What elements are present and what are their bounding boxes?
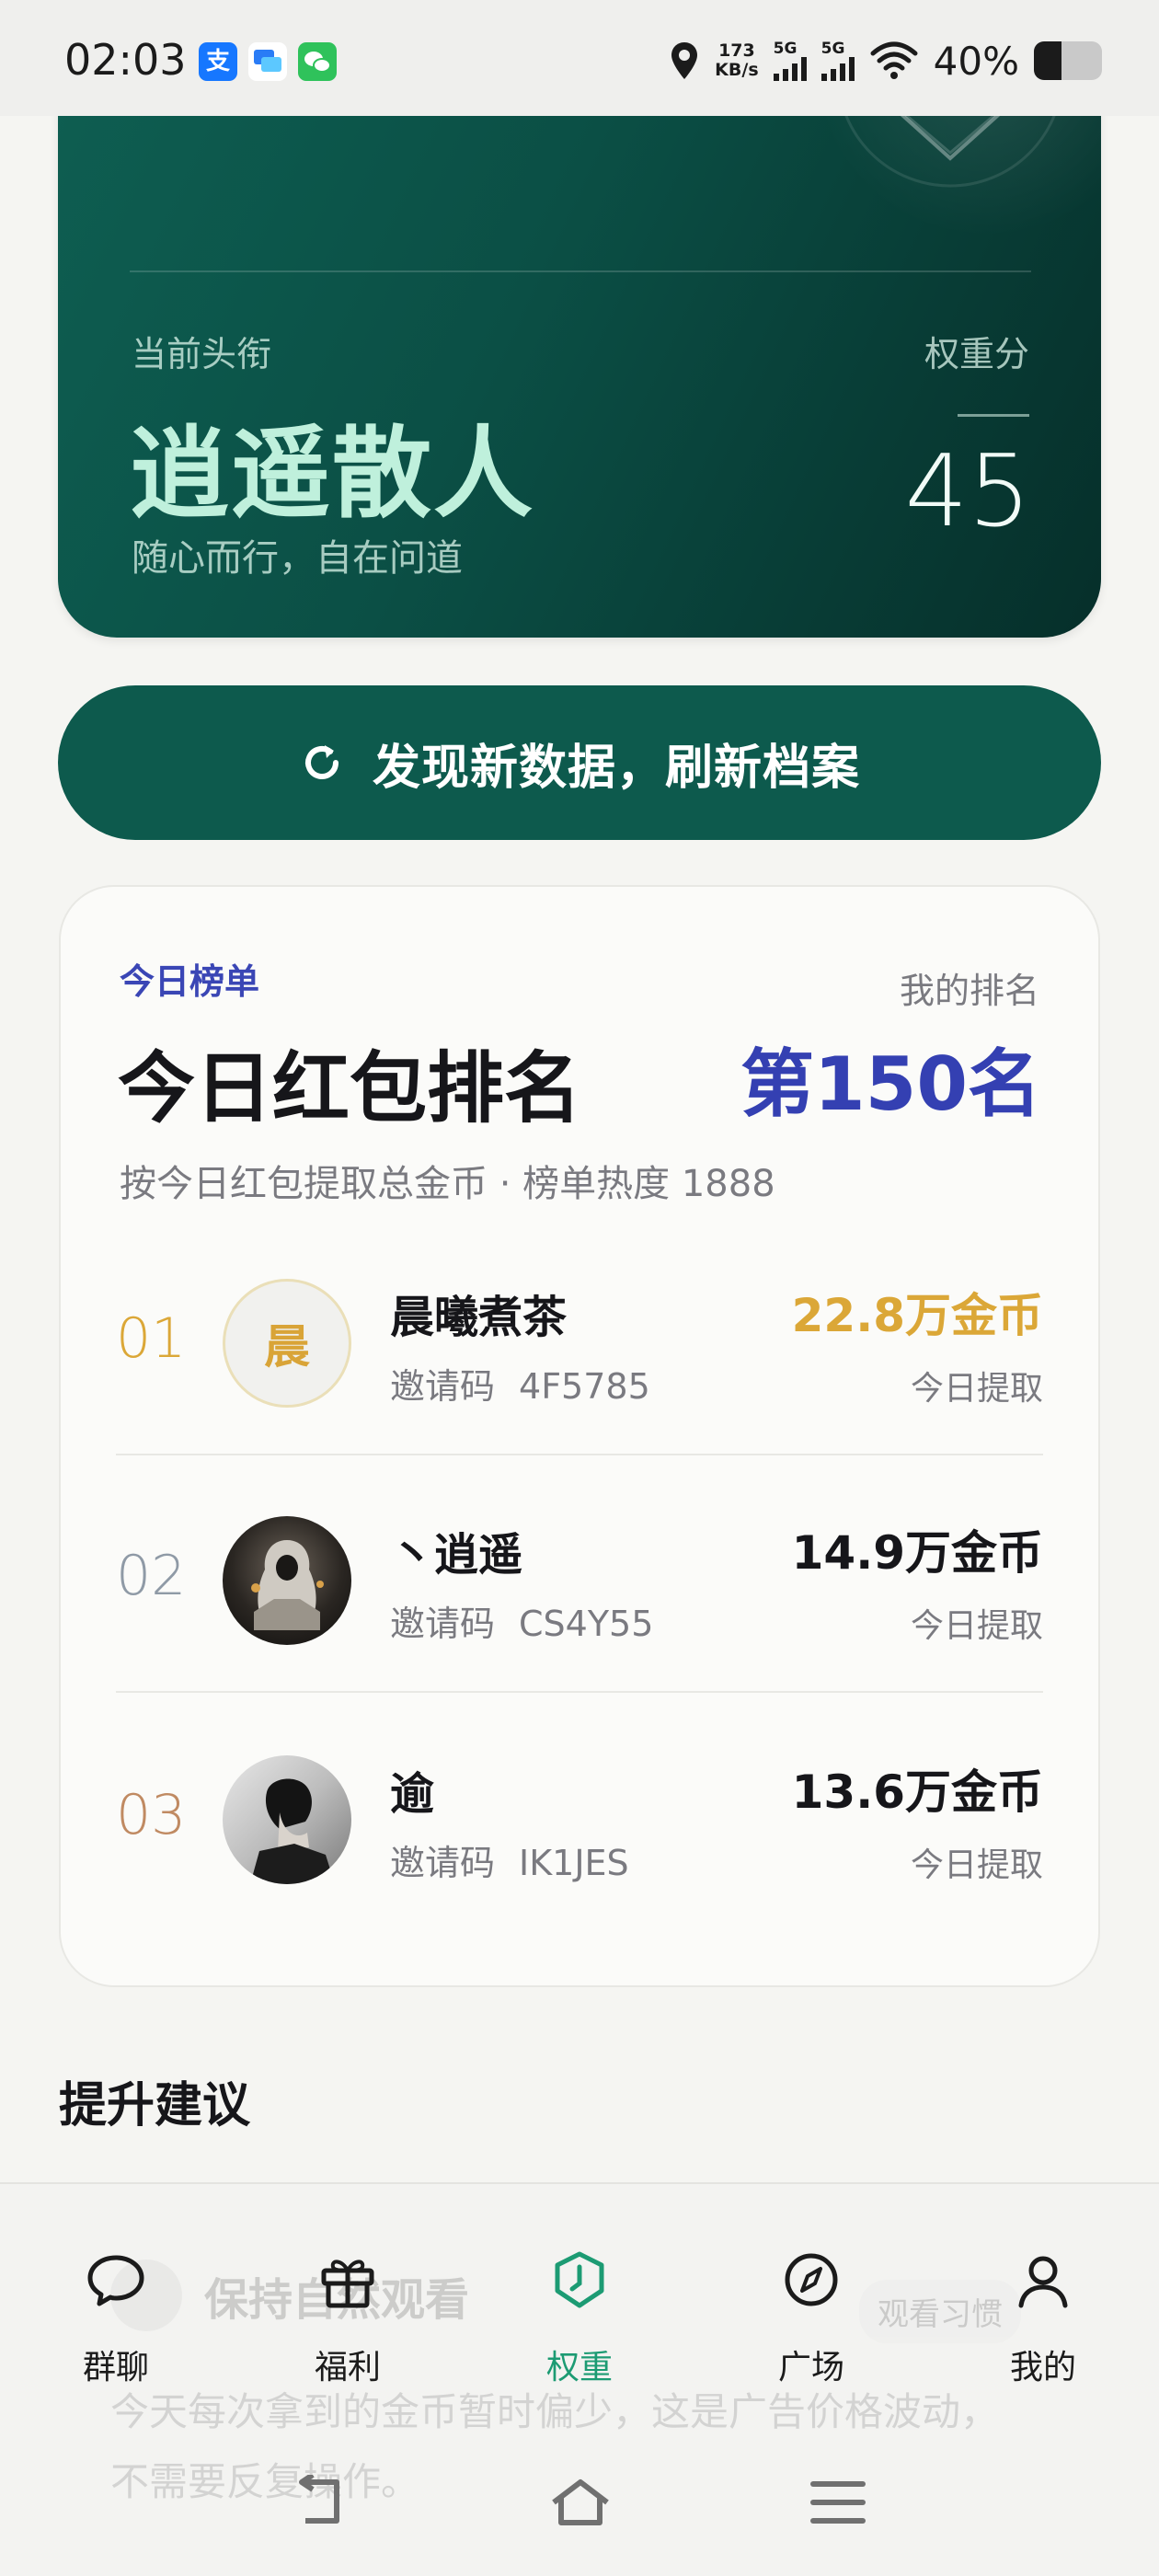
invite-code-value: IK1JES xyxy=(519,1843,629,1883)
my-rank-value: 第150名 xyxy=(740,1041,1041,1127)
user-name: 逾 xyxy=(390,1768,435,1820)
my-rank-label: 我的排名 xyxy=(899,971,1039,1011)
nav-item-mine[interactable]: 我的 xyxy=(927,2182,1159,2403)
invite-code: 邀请码 IK1JES xyxy=(390,1834,629,1885)
invite-label: 邀请码 xyxy=(390,1366,496,1407)
refresh-icon xyxy=(305,745,339,779)
nav-label: 群聊 xyxy=(82,2349,149,2386)
invite-code: 邀请码 4F5785 xyxy=(390,1358,650,1409)
signal-1: 5G xyxy=(773,40,807,81)
amount-label: 今日提取 xyxy=(910,1607,1043,1645)
avatar xyxy=(223,1516,351,1645)
rank-number: 02 xyxy=(116,1544,187,1608)
user-icon xyxy=(1018,2256,1068,2308)
chat-bubble-icon xyxy=(87,2255,144,2306)
nav-item-welfare[interactable]: 福利 xyxy=(232,2182,464,2403)
amount-label: 今日提取 xyxy=(910,1370,1043,1408)
user-name: 丶逍遥 xyxy=(390,1529,523,1581)
refresh-profile-button[interactable]: 发现新数据，刷新档案 xyxy=(58,685,1101,840)
battery-icon xyxy=(1034,41,1102,80)
row-divider xyxy=(116,1691,1043,1693)
network-speed-unit: KB/s xyxy=(715,60,759,80)
nav-label: 我的 xyxy=(1009,2349,1076,2386)
signal-bars-icon xyxy=(773,57,807,81)
invite-code-value: 4F5785 xyxy=(519,1366,650,1407)
ranking-title: 今日红包排名 xyxy=(118,1043,582,1133)
status-icons: 173 KB/s 5G 5G 40% xyxy=(669,35,1102,86)
current-title-label: 当前头衔 xyxy=(132,334,272,374)
alipay-icon: 支 xyxy=(199,42,237,81)
ranking-tag: 今日榜单 xyxy=(120,961,260,1002)
system-navigation-bar xyxy=(0,2447,1159,2576)
signal-bars-icon xyxy=(820,57,855,81)
bottom-nav: 群聊 福利 权重 广场 我的 xyxy=(0,2182,1159,2403)
invite-label: 邀请码 xyxy=(390,1843,496,1883)
nav-label: 福利 xyxy=(314,2349,381,2386)
signal-1-label: 5G xyxy=(773,40,798,58)
weight-score-label: 权重分 xyxy=(924,334,1029,374)
current-title: 逍遥散人 xyxy=(130,417,535,532)
menu-icon[interactable] xyxy=(809,2477,866,2528)
compass-icon xyxy=(785,2253,838,2306)
score-divider xyxy=(958,414,1029,417)
signal-2-label: 5G xyxy=(820,40,845,58)
portrait-avatar-icon xyxy=(250,1778,335,1884)
gift-icon xyxy=(321,2260,374,2308)
invite-code: 邀请码 CS4Y55 xyxy=(390,1595,653,1646)
status-time: 02:03 xyxy=(64,35,187,85)
refresh-button-label: 发现新数据，刷新档案 xyxy=(372,740,860,796)
avatar-initial: 晨 xyxy=(264,1320,310,1374)
daily-ranking-card: 今日榜单 我的排名 今日红包排名 第150名 按今日红包提取总金币 · 榜单热度… xyxy=(59,885,1100,1987)
nav-item-square[interactable]: 广场 xyxy=(695,2182,927,2403)
rank-number: 03 xyxy=(116,1783,187,1847)
network-speed: 173 KB/s xyxy=(715,41,758,80)
nav-item-weight[interactable]: 权重 xyxy=(464,2182,695,2403)
invite-code-value: CS4Y55 xyxy=(519,1604,654,1644)
ranking-row[interactable]: 01 晨 晨曦煮茶 邀请码 4F5785 22.8万金币 今日提取 xyxy=(61,1218,1098,1455)
wechat-icon xyxy=(298,42,337,81)
location-icon xyxy=(671,42,698,79)
avatar: 晨 xyxy=(223,1279,351,1408)
status-bar: 02:03 支 173 KB/s 5G 5G 40% xyxy=(0,0,1159,116)
coin-amount: 22.8万金币 xyxy=(791,1289,1043,1342)
rank-number: 01 xyxy=(116,1306,187,1371)
ranking-description: 按今日红包提取总金币 · 榜单热度 1888 xyxy=(120,1163,775,1205)
ranking-row[interactable]: 03 逾 邀请码 IK1JES 13.6万金币 今日提取 xyxy=(61,1695,1098,1932)
title-subtitle: 随心而行，自在问道 xyxy=(132,537,463,580)
invite-label: 邀请码 xyxy=(390,1604,496,1644)
signal-2: 5G xyxy=(820,40,855,81)
home-icon[interactable] xyxy=(548,2475,613,2530)
nav-item-group-chat[interactable]: 群聊 xyxy=(0,2182,232,2403)
message-icon xyxy=(248,42,287,81)
user-name: 晨曦煮茶 xyxy=(390,1292,568,1343)
weight-score: 45 xyxy=(904,434,1031,549)
ranking-row[interactable]: 02 丶逍遥 邀请码 CS4Y55 14.9万金币 今日提取 xyxy=(61,1455,1098,1693)
avatar xyxy=(223,1755,351,1884)
hero-divider xyxy=(130,270,1031,272)
weight-badge-icon xyxy=(555,2251,604,2308)
suggestions-title: 提升建议 xyxy=(59,2078,251,2133)
coin-amount: 13.6万金币 xyxy=(791,1765,1043,1819)
hooded-figure-avatar-icon xyxy=(251,1540,324,1630)
battery-percent: 40% xyxy=(933,38,1019,84)
coin-amount: 14.9万金币 xyxy=(791,1526,1043,1580)
amount-label: 今日提取 xyxy=(910,1846,1043,1884)
nav-label: 权重 xyxy=(545,2349,613,2386)
network-speed-value: 173 xyxy=(718,40,755,61)
back-icon[interactable] xyxy=(293,2475,350,2530)
nav-label: 广场 xyxy=(777,2349,844,2386)
wifi-icon xyxy=(870,41,918,79)
